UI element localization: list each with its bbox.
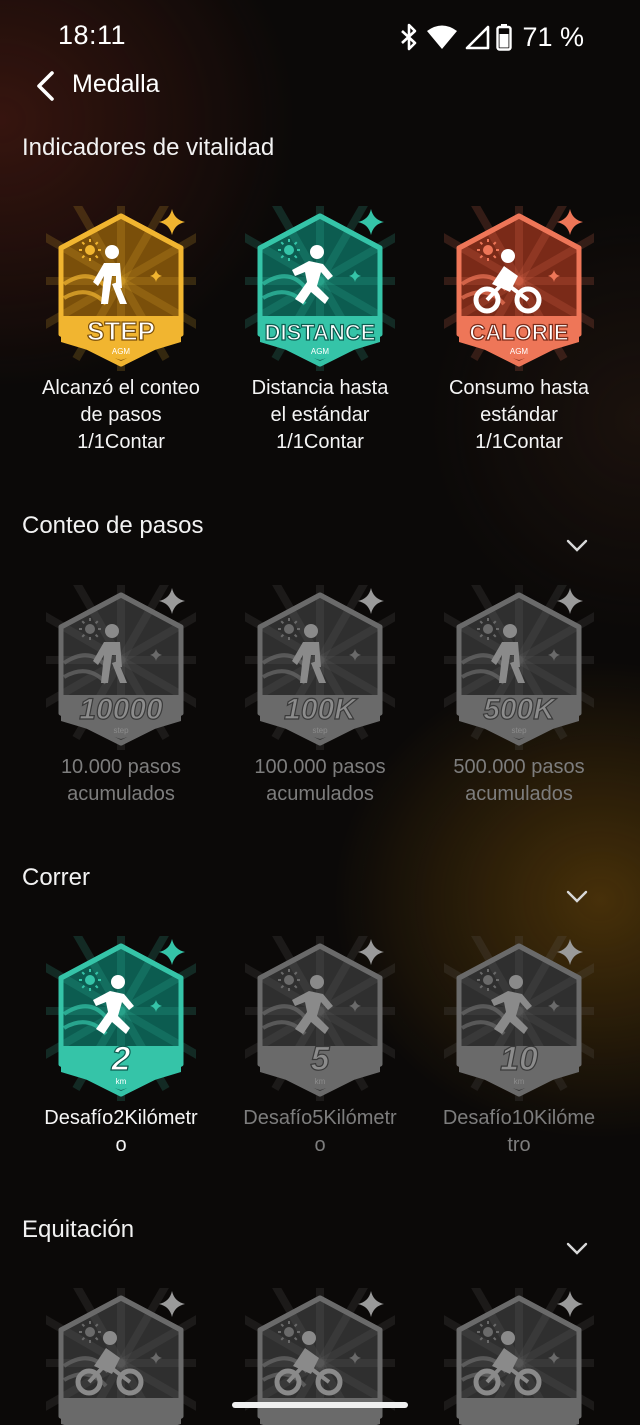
section-title-steps: Conteo de pasos [22, 512, 204, 539]
badge-label: 10000 [79, 693, 163, 726]
running-medal-10km[interactable]: 10 km Desafío10Kilóme tro [419, 936, 619, 1159]
medal-calorie-icon: CALORIE AGM [444, 206, 594, 371]
badge-sub-label: km [315, 1077, 326, 1086]
steps-medal-2[interactable]: 500K step 500.000 pasos acumulados [419, 585, 619, 808]
back-arrow-icon [37, 71, 54, 101]
medal-steps-icon: 10000step [46, 585, 196, 750]
medal-caption: 100.000 pasos acumulados [220, 754, 420, 808]
caption-line: Distancia hasta [251, 377, 389, 399]
medal-caption: 10.000 pasos acumulados [21, 754, 221, 808]
caption-line: Desafío5Kilómetr [243, 1107, 397, 1129]
chevron-down-icon [566, 539, 588, 552]
badge-sub-label: km [116, 1077, 127, 1086]
running-medal-2km[interactable]: 2 km Desafío2Kilómetr o [21, 936, 221, 1159]
badge-label: 100K [284, 693, 358, 726]
medal-caption: 500.000 pasos acumulados [419, 754, 619, 808]
riding-medal-2[interactable] [419, 1288, 619, 1425]
caption-line: estándar [480, 404, 558, 426]
medal-caption: Desafío5Kilómetr o [220, 1105, 420, 1159]
riding-expand-button[interactable] [562, 1239, 592, 1259]
badge-label: 500K [483, 693, 557, 726]
badge-label: CALORIE [470, 320, 569, 345]
medal-caption: Desafío10Kilóme tro [419, 1105, 619, 1159]
caption-line: Desafío2Kilómetr [44, 1107, 198, 1129]
medal-caption: Desafío2Kilómetr o [21, 1105, 221, 1159]
bluetooth-icon [401, 23, 417, 51]
steps-medal-0[interactable]: 10000 step 10.000 pasos acumulados [21, 585, 221, 808]
caption-line: o [314, 1134, 326, 1156]
signal-icon [466, 25, 490, 50]
medal-distance-icon: DISTANCE AGM [245, 206, 395, 371]
medal-running-icon: 2km [46, 936, 196, 1101]
medal-riding-icon [444, 1288, 594, 1425]
caption-line: acumulados [67, 783, 175, 805]
badge-label: DISTANCE [265, 320, 376, 345]
steps-expand-button[interactable] [562, 536, 592, 556]
vitality-medal-calorie[interactable]: CALORIE AGM Consumo hasta estándar 1/1Contar [419, 206, 619, 456]
steps-medal-1[interactable]: 100K step 100.000 pasos acumulados [220, 585, 420, 808]
medal-caption: Distancia hasta el estándar 1/1Contar [220, 375, 420, 456]
wifi-icon [427, 25, 458, 49]
medal-riding-icon [46, 1288, 196, 1425]
caption-line: de pasos [80, 404, 162, 426]
status-time: 18:11 [58, 20, 127, 50]
badge-label: STEP [87, 316, 155, 346]
medal-steps-icon: 100Kstep [245, 585, 395, 750]
badge-sub-label: step [113, 726, 129, 735]
caption-line: Consumo hasta [448, 377, 590, 399]
badge-label: 5 [311, 1040, 331, 1078]
page-title: Medalla [72, 70, 160, 98]
caption-line: o [115, 1134, 127, 1156]
back-button[interactable] [28, 66, 64, 106]
caption-line: acumulados [465, 783, 573, 805]
section-title-running: Correr [22, 864, 91, 891]
medal-running-icon: 10km [444, 936, 594, 1101]
caption-line: 1/1Contar [276, 431, 364, 453]
gesture-nav-bar[interactable] [232, 1402, 408, 1408]
status-icons: 71 % [398, 20, 584, 54]
chevron-down-icon [566, 1242, 588, 1255]
badge-sub-label: step [312, 726, 328, 735]
badge-sub-label: AGM [510, 347, 529, 356]
battery-percent: 71 % [522, 21, 584, 52]
chevron-down-icon [566, 890, 588, 903]
caption-line: Desafío10Kilóme [442, 1107, 596, 1129]
badge-sub-label: AGM [112, 347, 131, 356]
medal-running-icon: 5km [245, 936, 395, 1101]
battery-icon [496, 24, 513, 51]
medal-caption: Alcanzó el conteo de pasos 1/1Contar [21, 375, 221, 456]
caption-line: 1/1Contar [77, 431, 165, 453]
caption-line: 10.000 pasos [60, 756, 182, 778]
medal-step-icon: STEPAGM [46, 206, 196, 371]
caption-line: 100.000 pasos [254, 756, 386, 778]
vitality-medal-distance[interactable]: DISTANCE AGM Distancia hasta el estándar 1/1… [220, 206, 420, 456]
running-medal-5km[interactable]: 5 km Desafío5Kilómetr o [220, 936, 420, 1159]
riding-medal-0[interactable] [21, 1288, 221, 1425]
badge-sub-label: AGM [311, 347, 330, 356]
medal-caption: Consumo hasta estándar 1/1Contar [419, 375, 619, 456]
caption-line: Alcanzó el conteo [42, 377, 200, 399]
vitality-medal-step[interactable]: STEP AGM Alcanzó el conteo de pasos 1/1Conta… [21, 206, 221, 456]
caption-line: 500.000 pasos [453, 756, 585, 778]
app-header: Medalla [0, 62, 640, 108]
medal-steps-icon: 500Kstep [444, 585, 594, 750]
caption-line: el estándar [270, 404, 370, 426]
badge-label: 2 [111, 1040, 131, 1078]
section-title-riding: Equitación [22, 1216, 135, 1243]
badge-label: 10 [500, 1040, 538, 1078]
running-expand-button[interactable] [562, 887, 592, 907]
badge-sub-label: km [514, 1077, 525, 1086]
badge-sub-label: step [511, 726, 527, 735]
caption-line: acumulados [266, 783, 374, 805]
caption-line: tro [507, 1134, 531, 1156]
section-title-vitality: Indicadores de vitalidad [22, 134, 275, 161]
caption-line: 1/1Contar [475, 431, 563, 453]
